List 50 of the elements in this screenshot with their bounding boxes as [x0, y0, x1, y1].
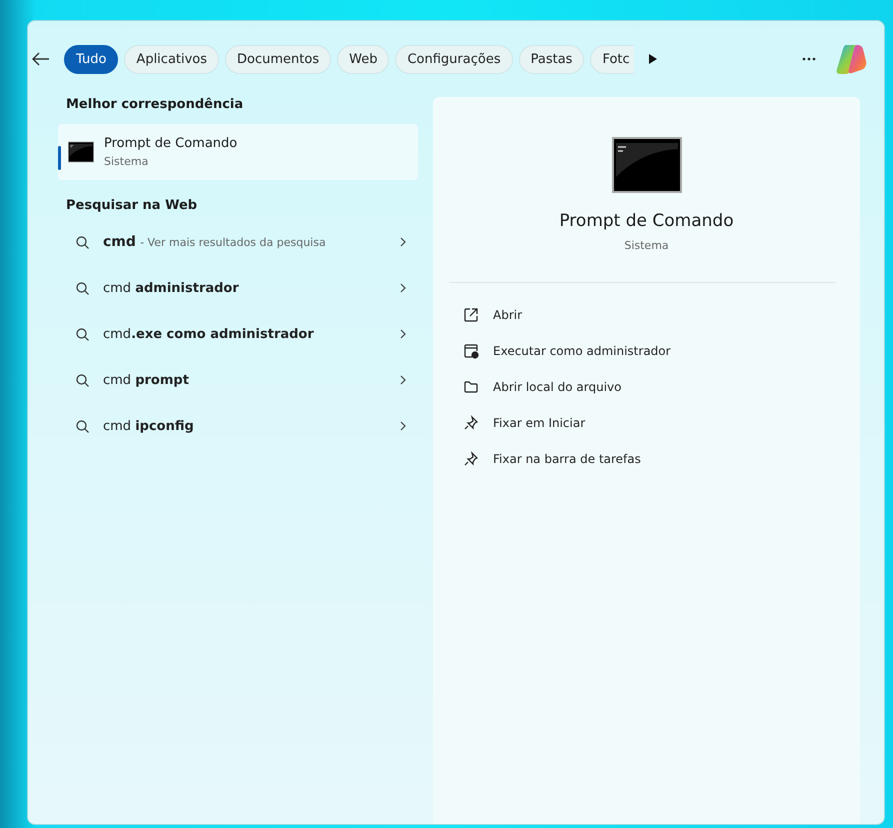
search-icon	[76, 236, 89, 248]
filter-tab[interactable]: Pastas	[518, 44, 584, 74]
action-link[interactable]: Abrir local do arquivo	[493, 380, 622, 394]
chevron-right-icon	[400, 421, 406, 431]
action-link[interactable]: Fixar em Iniciar	[493, 416, 586, 430]
copilot-logo-icon[interactable]	[834, 42, 868, 76]
filter-tab[interactable]: Aplicativos	[124, 44, 220, 74]
web-search-suggestion[interactable]: cmd.exe como administrador	[58, 311, 418, 357]
pin-icon	[463, 451, 479, 467]
suggestion-text: cmd prompt	[103, 372, 190, 388]
best-match-item[interactable]: Prompt de Comando Sistema	[58, 124, 418, 180]
web-search-suggestion[interactable]: cmd ipconfig	[58, 403, 418, 449]
action-link[interactable]: Executar como administrador	[493, 344, 671, 358]
chevron-right-icon	[400, 329, 406, 339]
app-subtitle: Sistema	[104, 155, 150, 168]
search-icon	[76, 328, 89, 340]
web-search-suggestion[interactable]: cmd administrador	[58, 265, 418, 311]
external-link-icon	[463, 307, 479, 323]
filter-tab[interactable]: Documentos	[225, 44, 332, 74]
search-query: cmd	[103, 234, 136, 250]
pin-icon	[463, 415, 479, 431]
filter-tab[interactable]: Tudo	[64, 44, 118, 74]
scroll-right-icon[interactable]	[648, 53, 658, 65]
app-title: Prompt de Comando	[104, 136, 238, 151]
search-icon	[76, 282, 89, 294]
chevron-right-icon	[400, 283, 406, 293]
filter-tab[interactable]: Web	[337, 44, 390, 74]
suggestion-text: cmd administrador	[103, 280, 240, 296]
suggestion-text: cmd.exe como administrador	[103, 326, 315, 342]
section-heading: Pesquisar na Web	[66, 198, 198, 213]
web-search-suggestion[interactable]: cmd prompt	[58, 357, 418, 403]
chevron-right-icon	[400, 237, 406, 247]
search-icon	[76, 374, 89, 386]
section-heading: Melhor correspondência	[66, 97, 244, 112]
back-arrow-icon[interactable]	[32, 52, 50, 66]
app-title: Prompt de Comando	[558, 211, 735, 231]
terminal-icon	[612, 137, 682, 193]
more-options-icon[interactable]	[802, 57, 816, 61]
folder-icon	[463, 379, 479, 395]
filter-tab[interactable]: Configurações	[395, 44, 513, 74]
terminal-icon	[68, 141, 94, 163]
search-icon	[76, 420, 89, 432]
search-hint: - Ver mais resultados da pesquisa	[140, 236, 326, 249]
filter-tab[interactable]: Fotc	[590, 44, 634, 74]
web-search-suggestion[interactable]: cmd - Ver mais resultados da pesquisa	[58, 219, 418, 265]
action-link[interactable]: Abrir	[493, 308, 522, 322]
action-link[interactable]: Fixar na barra de tarefas	[493, 452, 641, 466]
app-subtitle: Sistema	[623, 239, 670, 252]
suggestion-text: cmd ipconfig	[103, 418, 195, 434]
chevron-right-icon	[400, 375, 406, 385]
